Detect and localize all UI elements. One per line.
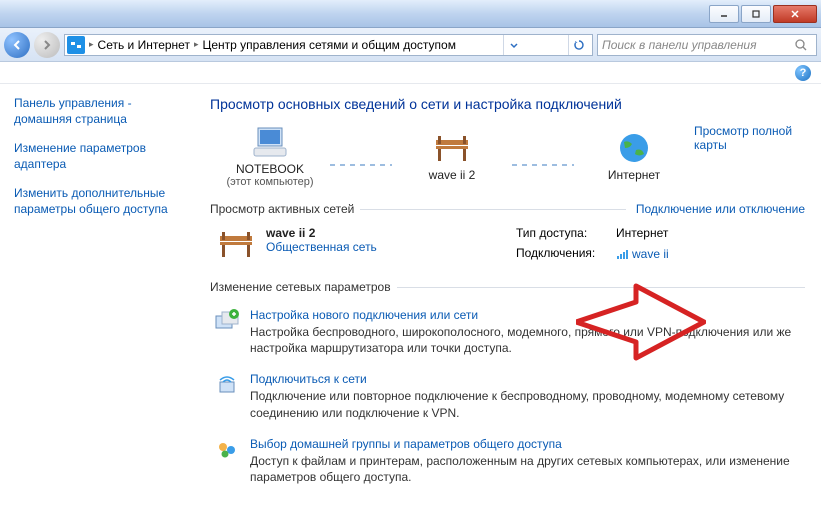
- active-networks-header-label: Просмотр активных сетей: [210, 202, 354, 216]
- map-node-network-label: wave ii 2: [392, 168, 512, 182]
- breadcrumb-sharing-center[interactable]: Центр управления сетями и общим доступом: [198, 38, 460, 52]
- homegroup-sharing-desc: Доступ к файлам и принтерам, расположенн…: [250, 453, 801, 485]
- minimize-button[interactable]: [709, 5, 739, 23]
- map-connector: [512, 164, 574, 166]
- sidebar-link-advanced-sharing[interactable]: Изменить дополнительные параметры общего…: [14, 186, 192, 217]
- help-icon[interactable]: ?: [795, 65, 811, 81]
- active-networks-header: Просмотр активных сетей Подключение или …: [210, 202, 805, 216]
- map-node-computer-sublabel: (этот компьютер): [210, 176, 330, 188]
- maximize-button[interactable]: [741, 5, 771, 23]
- connection-name: wave ii: [632, 247, 669, 261]
- bench-icon: [216, 226, 256, 262]
- setup-connection-icon: [214, 308, 240, 356]
- connect-to-network-item: Подключиться к сети Подключение или повт…: [210, 364, 805, 428]
- breadcrumb-dropdown-button[interactable]: [503, 35, 525, 55]
- main-panel: Просмотр основных сведений о сети и наст…: [200, 84, 821, 510]
- map-connector: [330, 164, 392, 166]
- map-node-network: wave ii 2: [392, 130, 512, 182]
- breadcrumb-network[interactable]: Сеть и Интернет: [94, 38, 194, 52]
- map-node-computer: NOTEBOOK (этот компьютер): [210, 124, 330, 188]
- access-type-label: Тип доступа:: [516, 226, 616, 242]
- sidebar: Панель управления - домашняя страница Из…: [0, 84, 200, 510]
- back-button[interactable]: [4, 32, 30, 58]
- active-network-row: wave ii 2 Общественная сеть Тип доступа:…: [210, 222, 805, 266]
- navigation-bar: ▸ Сеть и Интернет ▸ Центр управления сет…: [0, 28, 821, 62]
- close-button[interactable]: [773, 5, 817, 23]
- connect-to-network-desc: Подключение или повторное подключение к …: [250, 388, 801, 420]
- sidebar-link-home[interactable]: Панель управления - домашняя страница: [14, 96, 192, 127]
- search-input[interactable]: Поиск в панели управления: [597, 34, 817, 56]
- refresh-button[interactable]: [568, 35, 590, 55]
- homegroup-sharing-item: Выбор домашней группы и параметров общег…: [210, 429, 805, 493]
- network-map: NOTEBOOK (этот компьютер) wave ii 2: [210, 124, 805, 188]
- connect-network-icon: [214, 372, 240, 420]
- homegroup-icon: [214, 437, 240, 485]
- homegroup-sharing-link[interactable]: Выбор домашней группы и параметров общег…: [250, 437, 562, 451]
- search-placeholder: Поиск в панели управления: [602, 38, 757, 52]
- toolbar: ?: [0, 62, 821, 84]
- map-node-computer-label: NOTEBOOK: [210, 162, 330, 176]
- connection-link[interactable]: wave ii: [616, 246, 669, 262]
- setup-new-connection-link[interactable]: Настройка нового подключения или сети: [250, 308, 478, 322]
- page-title: Просмотр основных сведений о сети и наст…: [210, 96, 805, 112]
- active-network-type-link[interactable]: Общественная сеть: [266, 240, 377, 254]
- connections-label: Подключения:: [516, 246, 616, 262]
- active-network-name: wave ii 2: [266, 226, 377, 240]
- change-settings-header-label: Изменение сетевых параметров: [210, 280, 391, 294]
- sidebar-link-adapter-settings[interactable]: Изменение параметров адаптера: [14, 141, 192, 172]
- forward-button[interactable]: [34, 32, 60, 58]
- map-node-internet: Интернет: [574, 130, 694, 182]
- access-type-value: Интернет: [616, 226, 669, 242]
- title-bar: [0, 0, 821, 28]
- view-full-map-link[interactable]: Просмотр полной карты: [694, 124, 805, 152]
- connect-to-network-link[interactable]: Подключиться к сети: [250, 372, 367, 386]
- setup-new-connection-item: Настройка нового подключения или сети На…: [210, 300, 805, 364]
- change-settings-header: Изменение сетевых параметров: [210, 280, 805, 294]
- network-category-icon: [67, 36, 85, 54]
- address-bar[interactable]: ▸ Сеть и Интернет ▸ Центр управления сет…: [64, 34, 593, 56]
- wifi-signal-icon: [616, 248, 628, 260]
- map-node-internet-label: Интернет: [574, 168, 694, 182]
- connect-disconnect-link[interactable]: Подключение или отключение: [636, 202, 805, 216]
- setup-new-connection-desc: Настройка беспроводного, широкополосного…: [250, 324, 801, 356]
